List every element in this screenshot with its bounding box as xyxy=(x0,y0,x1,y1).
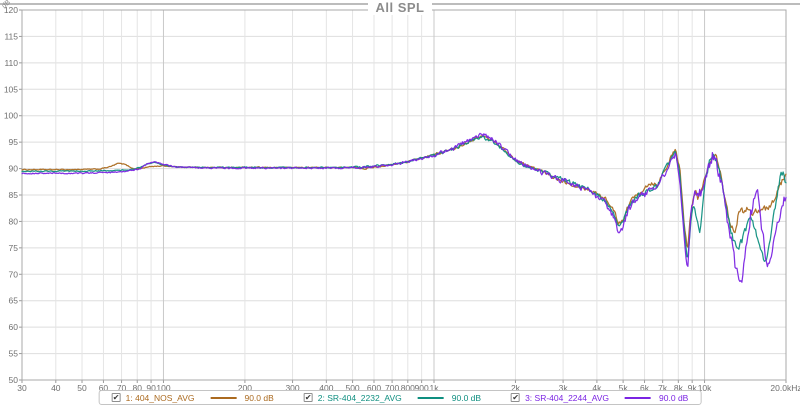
x-tick-label: 40 xyxy=(51,383,61,393)
y-tick-label: 85 xyxy=(9,190,19,200)
trace-1-line-swatch-icon xyxy=(210,397,236,399)
y-tick-label: 100 xyxy=(4,111,18,121)
trace-3-line-swatch-icon xyxy=(625,397,651,399)
x-tick-label: 20.0kHz xyxy=(770,383,800,393)
legend-item-2[interactable]: ✔ 2: SR-404_2232_AVG 90.0 dB xyxy=(304,393,481,403)
y-tick-label: 80 xyxy=(9,216,19,226)
trace-2-label[interactable]: 2: SR-404_2232_AVG xyxy=(318,393,402,403)
y-tick-label: 70 xyxy=(9,269,19,279)
y-tick-label: 115 xyxy=(4,31,18,41)
measurement-legend: ✔ 1: 404_NOS_AVG 90.0 dB ✔ 2: SR-404_223… xyxy=(99,390,702,405)
legend-item-1[interactable]: ✔ 1: 404_NOS_AVG 90.0 dB xyxy=(112,393,274,403)
trace-3-checkbox-icon[interactable]: ✔ xyxy=(511,393,520,402)
x-tick-label: 30 xyxy=(17,383,27,393)
trace-3-level: 90.0 dB xyxy=(659,393,688,403)
trace-1-level: 90.0 dB xyxy=(244,393,273,403)
trace-2-checkbox-icon[interactable]: ✔ xyxy=(304,393,313,402)
trace-1-checkbox-icon[interactable]: ✔ xyxy=(112,393,121,402)
trace-3-label[interactable]: 3: SR-404_2244_AVG xyxy=(525,393,609,403)
legend-item-3[interactable]: ✔ 3: SR-404_2244_AVG 90.0 dB xyxy=(511,393,688,403)
x-tick-label: 50 xyxy=(77,383,87,393)
y-tick-label: 55 xyxy=(9,349,19,359)
y-tick-label: 95 xyxy=(9,137,19,147)
trace-1-label[interactable]: 1: 404_NOS_AVG xyxy=(126,393,195,403)
spl-frequency-response-chart: 1201151101051009590858075706560555030405… xyxy=(0,0,800,406)
trace-1 xyxy=(22,136,786,247)
y-tick-label: 75 xyxy=(9,243,19,253)
y-tick-label: 110 xyxy=(4,58,18,68)
trace-2-line-swatch-icon xyxy=(418,397,444,399)
y-tick-label: 60 xyxy=(9,322,19,332)
y-tick-label: 90 xyxy=(9,164,19,174)
y-tick-label: 105 xyxy=(4,84,18,94)
trace-2-level: 90.0 dB xyxy=(452,393,481,403)
chart-title: All SPL xyxy=(0,0,800,15)
y-tick-label: 65 xyxy=(9,296,19,306)
